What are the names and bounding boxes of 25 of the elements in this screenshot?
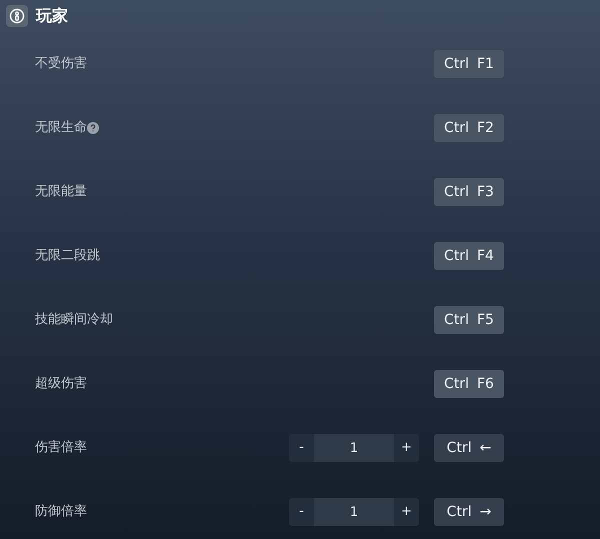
player-icon <box>6 5 28 27</box>
help-icon[interactable] <box>87 122 99 134</box>
hotkey-button[interactable]: Ctrl → <box>434 498 504 526</box>
hotkey-button[interactable]: Ctrl F4 <box>434 242 504 270</box>
decrement-button[interactable]: - <box>289 498 314 526</box>
value-field[interactable]: 1 <box>314 434 394 462</box>
option-label: 无限能量 <box>35 183 87 202</box>
hotkey-button[interactable]: Ctrl F2 <box>434 114 504 142</box>
section-title: 玩家 <box>36 5 68 27</box>
hotkey-button[interactable]: Ctrl F5 <box>434 306 504 334</box>
hotkey-button[interactable]: Ctrl F3 <box>434 178 504 206</box>
hotkey-button[interactable]: Ctrl F6 <box>434 370 504 398</box>
option-label: 防御倍率 <box>35 503 87 522</box>
hotkey-button[interactable]: Ctrl F1 <box>434 50 504 78</box>
option-label: 超级伤害 <box>35 375 87 394</box>
option-label: 技能瞬间冷却 <box>35 311 113 330</box>
decrement-button[interactable]: - <box>289 434 314 462</box>
increment-button[interactable]: + <box>394 434 419 462</box>
option-label: 无限二段跳 <box>35 247 100 266</box>
value-field[interactable]: 1 <box>314 498 394 526</box>
hotkey-button[interactable]: Ctrl ← <box>434 434 504 462</box>
option-label: 不受伤害 <box>35 55 87 74</box>
option-label: 伤害倍率 <box>35 439 87 458</box>
option-label: 无限生命 <box>35 119 87 138</box>
increment-button[interactable]: + <box>394 498 419 526</box>
